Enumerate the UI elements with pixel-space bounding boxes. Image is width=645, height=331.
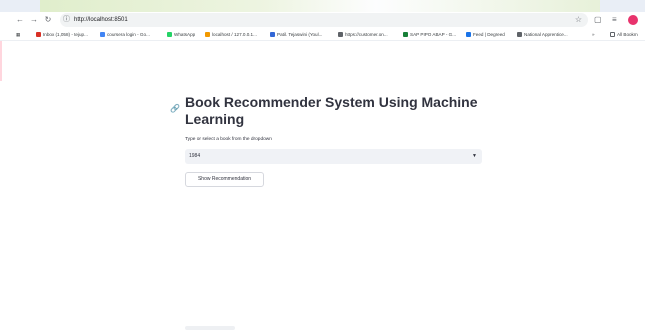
globe-icon [338,32,343,37]
bookmark-item[interactable]: WhatsApp [167,28,195,41]
show-recommendation-button[interactable]: Show Recommendation [185,172,264,187]
media-icon[interactable]: ≡ [612,13,617,27]
bookmark-label: WhatsApp [174,32,196,37]
all-bookmarks-folder[interactable]: All Bookm [610,28,638,41]
back-arrow-icon[interactable]: ← [14,13,26,27]
bookmark-label: Feed | Degreed [473,32,505,37]
google-icon [100,32,105,37]
globe-icon [517,32,522,37]
folder-icon [610,32,615,37]
bookmark-label: SAP PIPO ABAP - G... [410,32,457,37]
selected-book-value: 1984 [189,153,201,159]
extension-icon[interactable]: ▢ [594,13,602,27]
bookmark-label: coursera login - Go... [107,32,150,37]
bookmark-item[interactable]: Inbox (1,058) - tejup... [36,28,88,41]
bookmark-item[interactable]: National Apprentice... [517,28,568,41]
apps-grid-icon[interactable]: ▦ [16,28,20,41]
forward-arrow-icon[interactable]: → [28,13,40,27]
bookmark-item[interactable]: Feed | Degreed [466,28,505,41]
address-bar[interactable]: ⓘ http://localhost:8501 ☆ [60,13,588,27]
gmail-icon [36,32,41,37]
select-label: Type or select a book from the dropdown [185,137,272,142]
bookmark-item[interactable]: coursera login - Go... [100,28,150,41]
site-info-icon[interactable]: ⓘ [63,13,70,27]
reload-icon[interactable]: ↻ [42,13,54,27]
bookmark-label: localhost / 127.0.0.1... [212,32,257,37]
chevron-down-icon[interactable]: ▼ [472,149,477,164]
address-url[interactable]: http://localhost:8501 [74,13,128,27]
page-edge-accent [0,41,2,81]
bookmark-label: Patil. Tejaswini (Youl... [277,32,323,37]
bookmark-item[interactable]: SAP PIPO ABAP - G... [403,28,456,41]
chevron-right-icon[interactable]: » [592,28,595,41]
all-bookmarks-label: All Bookm [617,32,638,37]
tab-strip-background [40,0,600,12]
book-select[interactable]: 1984 ▼ [185,149,482,164]
tab-strip [0,0,645,12]
profile-icon [270,32,275,37]
bookmark-label: https://customer.on... [345,32,388,37]
profile-avatar[interactable] [628,15,638,25]
phpmyadmin-icon [205,32,210,37]
bookmark-label: Inbox (1,058) - tejup... [43,32,88,37]
bookmark-item[interactable]: Patil. Tejaswini (Youl... [270,28,322,41]
degreed-icon [466,32,471,37]
drive-icon [403,32,408,37]
bookmark-item[interactable]: https://customer.on... [338,28,388,41]
whatsapp-icon [167,32,172,37]
bookmark-label: National Apprentice... [524,32,568,37]
bookmarks-bar: ▦ Inbox (1,058) - tejup... coursera logi… [0,28,645,41]
star-icon[interactable]: ☆ [575,13,582,27]
bookmark-item[interactable]: localhost / 127.0.0.1... [205,28,257,41]
browser-toolbar: ← → ↻ ⓘ http://localhost:8501 ☆ ▢ ≡ [0,12,645,28]
page-title: Book Recommender System Using Machine Le… [185,94,478,127]
footer-placeholder [185,326,235,330]
anchor-link-icon[interactable]: 🔗 [170,104,180,113]
